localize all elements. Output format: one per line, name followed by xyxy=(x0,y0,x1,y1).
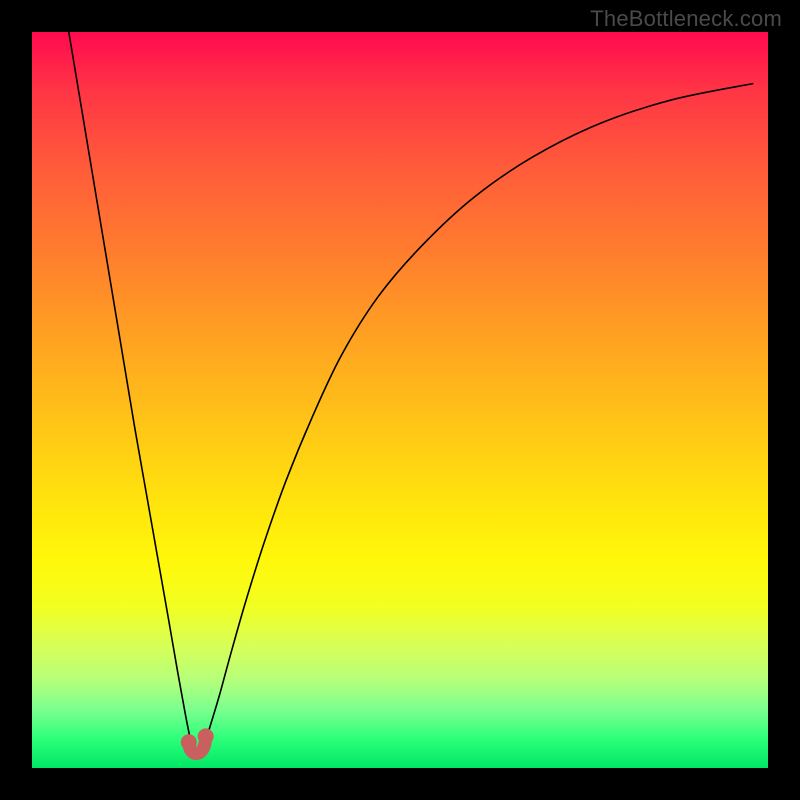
bottleneck-curve xyxy=(69,32,753,753)
chart-frame: TheBottleneck.com xyxy=(0,0,800,800)
curve-layer xyxy=(32,32,768,768)
trough-marker-left xyxy=(181,734,197,750)
trough-markers xyxy=(181,728,214,753)
trough-marker-right xyxy=(198,728,214,744)
plot-area xyxy=(32,32,768,768)
attribution-text: TheBottleneck.com xyxy=(590,6,782,32)
